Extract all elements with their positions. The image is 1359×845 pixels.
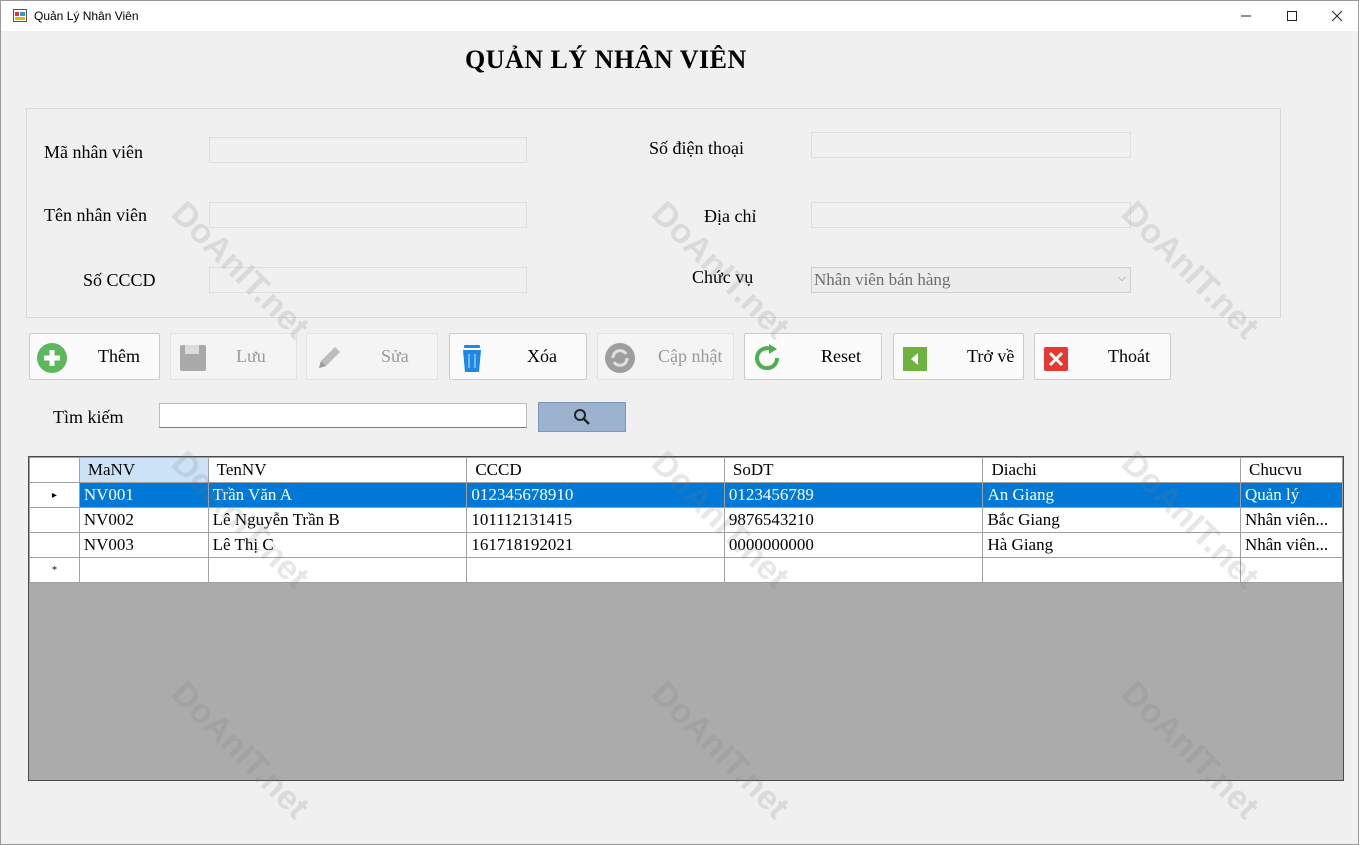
cell-diachi[interactable]: Hà Giang — [982, 532, 1241, 558]
luu-button[interactable]: Lưu — [170, 333, 297, 380]
reset-icon — [755, 344, 780, 371]
cell-tennv[interactable]: Trần Văn A — [207, 482, 468, 508]
xoa-button[interactable]: Xóa — [449, 333, 587, 380]
cell-cccd[interactable]: 161718192021 — [466, 532, 725, 558]
title-bar: Quản Lý Nhân Viên — [1, 1, 1358, 31]
save-icon — [180, 345, 206, 371]
thoat-button[interactable]: Thoát — [1034, 333, 1171, 380]
cell-diachi[interactable]: Bắc Giang — [982, 507, 1241, 533]
cell-manv[interactable]: NV002 — [78, 507, 209, 533]
ten-nv-label: Tên nhân viên — [44, 205, 147, 225]
luu-label: Lưu — [236, 346, 266, 366]
trash-icon — [463, 345, 481, 372]
minimize-icon — [1241, 15, 1251, 17]
capnhat-button[interactable]: Cập nhật — [597, 333, 734, 380]
employee-datagrid[interactable]: MaNV TenNV CCCD SoDT Diachi Chucvu ▸ NV0… — [28, 456, 1344, 781]
trove-label: Trở về — [967, 346, 1015, 366]
ma-nv-field[interactable] — [209, 137, 527, 163]
table-row[interactable]: NV003 Lê Thị C 161718192021 0000000000 H… — [29, 532, 1343, 558]
table-row[interactable]: NV002 Lê Nguyễn Trần B 101112131415 9876… — [29, 507, 1343, 533]
maximize-icon — [1287, 11, 1297, 21]
cell-new[interactable] — [982, 557, 1241, 583]
ten-nv-field[interactable] — [209, 202, 527, 228]
column-header-tennv[interactable]: TenNV — [207, 457, 468, 483]
capnhat-label: Cập nhật — [658, 346, 723, 366]
column-header-manv[interactable]: MaNV — [78, 457, 209, 483]
page-title: QUẢN LÝ NHÂN VIÊN — [465, 45, 747, 74]
chucvu-combobox[interactable]: Nhân viên bán hàng ⌵ — [811, 267, 1131, 293]
cell-chucvu[interactable]: Quản lý — [1239, 482, 1343, 508]
main-window: Quản Lý Nhân Viên QUẢN LÝ NHÂN VIÊN Mã n… — [0, 0, 1359, 845]
cell-tennv[interactable]: Lê Thị C — [207, 532, 468, 558]
row-selector[interactable] — [29, 507, 80, 533]
them-label: Thêm — [98, 346, 140, 366]
maximize-button[interactable] — [1269, 1, 1315, 31]
cell-manv[interactable]: NV003 — [78, 532, 209, 558]
search-icon — [574, 409, 590, 425]
app-icon — [13, 9, 27, 22]
cell-diachi[interactable]: An Giang — [982, 482, 1241, 508]
new-row-marker[interactable]: * — [29, 557, 80, 583]
search-input[interactable] — [159, 403, 527, 428]
table-row[interactable]: ▸ NV001 Trần Văn A 012345678910 01234567… — [29, 482, 1343, 508]
column-header-cccd[interactable]: CCCD — [466, 457, 725, 483]
cell-chucvu[interactable]: Nhân viên... — [1239, 532, 1343, 558]
chucvu-label: Chức vụ — [692, 267, 754, 287]
cell-manv[interactable]: NV001 — [78, 482, 209, 508]
search-button[interactable] — [538, 402, 626, 432]
column-header-diachi[interactable]: Diachi — [982, 457, 1241, 483]
cell-sodt[interactable]: 0000000000 — [723, 532, 984, 558]
chevron-down-icon: ⌵ — [1117, 271, 1126, 284]
pencil-icon — [319, 347, 340, 368]
new-row[interactable]: * — [29, 557, 1343, 583]
sdt-field[interactable] — [811, 132, 1131, 158]
xoa-label: Xóa — [527, 346, 557, 366]
column-header-sodt[interactable]: SoDT — [723, 457, 984, 483]
chucvu-selected-value: Nhân viên bán hàng — [814, 270, 951, 289]
ma-nv-label: Mã nhân viên — [44, 142, 143, 162]
column-header-chucvu[interactable]: Chucvu — [1239, 457, 1343, 483]
cccd-label: Số CCCD — [83, 270, 156, 290]
grid-header-row: MaNV TenNV CCCD SoDT Diachi Chucvu — [29, 457, 1343, 483]
close-icon — [1331, 10, 1343, 22]
cell-cccd[interactable]: 012345678910 — [466, 482, 725, 508]
back-arrow-icon — [903, 347, 927, 371]
add-icon — [37, 343, 67, 373]
cell-chucvu[interactable]: Nhân viên... — [1239, 507, 1343, 533]
search-label: Tìm kiếm — [53, 407, 124, 427]
sua-label: Sửa — [381, 346, 409, 366]
cell-new[interactable] — [1239, 557, 1343, 583]
cell-new[interactable] — [78, 557, 209, 583]
cell-sodt[interactable]: 9876543210 — [723, 507, 984, 533]
refresh-icon — [605, 343, 635, 373]
them-button[interactable]: Thêm — [29, 333, 160, 380]
cell-tennv[interactable]: Lê Nguyễn Trần B — [207, 507, 468, 533]
minimize-button[interactable] — [1223, 1, 1269, 31]
row-selector[interactable]: ▸ — [29, 482, 80, 508]
diachi-label: Địa chỉ — [704, 206, 757, 226]
thoat-label: Thoát — [1108, 346, 1150, 366]
cell-new[interactable] — [466, 557, 725, 583]
row-selector[interactable] — [29, 532, 80, 558]
cell-sodt[interactable]: 0123456789 — [723, 482, 984, 508]
employee-table: MaNV TenNV CCCD SoDT Diachi Chucvu ▸ NV0… — [29, 457, 1343, 583]
trove-button[interactable]: Trở về — [893, 333, 1024, 380]
diachi-field[interactable] — [811, 202, 1131, 228]
sdt-label: Số điện thoại — [649, 138, 744, 158]
cell-new[interactable] — [723, 557, 984, 583]
reset-label: Reset — [821, 346, 861, 366]
cell-new[interactable] — [207, 557, 468, 583]
reset-button[interactable]: Reset — [744, 333, 882, 380]
sua-button[interactable]: Sửa — [306, 333, 438, 380]
close-window-button[interactable] — [1314, 1, 1358, 31]
cell-cccd[interactable]: 101112131415 — [466, 507, 725, 533]
window-title: Quản Lý Nhân Viên — [34, 9, 139, 23]
exit-icon — [1044, 347, 1068, 371]
grid-corner-header — [29, 457, 80, 483]
cccd-field[interactable] — [209, 267, 527, 293]
